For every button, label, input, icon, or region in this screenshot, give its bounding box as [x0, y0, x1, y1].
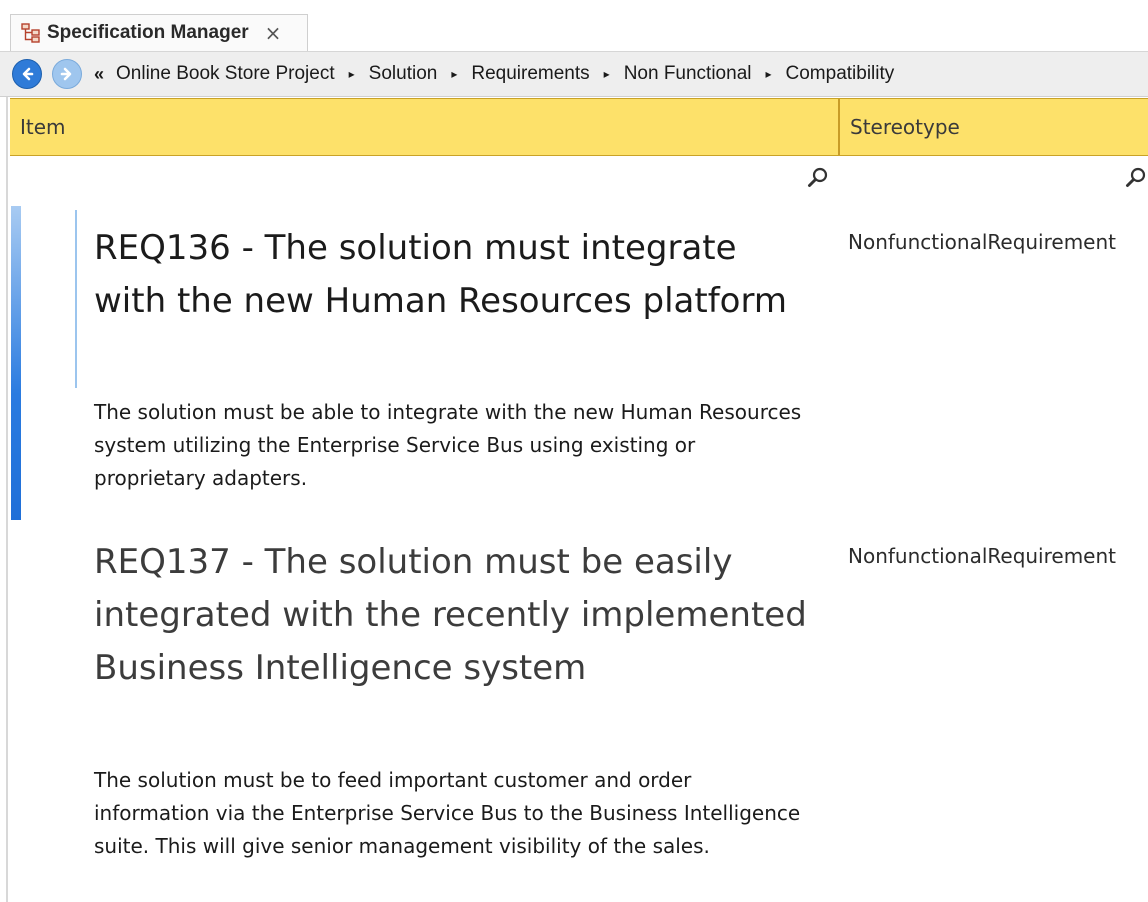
tab-title: Specification Manager — [47, 22, 249, 43]
tab-specification-manager[interactable]: Specification Manager × — [10, 14, 308, 51]
breadcrumb-item-solution[interactable]: Solution — [369, 63, 438, 85]
breadcrumb-separator[interactable]: ▸ — [765, 67, 771, 81]
column-header-item[interactable]: Item — [10, 99, 840, 155]
close-icon[interactable]: × — [265, 21, 282, 45]
requirement-stereotype[interactable]: NonfunctionalRequirement — [848, 544, 1116, 568]
breadcrumb-overflow[interactable]: « — [94, 64, 104, 85]
breadcrumb-item-requirements[interactable]: Requirements — [471, 63, 589, 85]
requirement-stereotype[interactable]: NonfunctionalRequirement — [848, 230, 1116, 254]
column-header-stereotype[interactable]: Stereotype — [842, 99, 1148, 155]
stereotype-filter-search-icon[interactable] — [1124, 166, 1148, 190]
requirement-title[interactable]: REQ136 - The solution must integrate wit… — [94, 222, 814, 328]
breadcrumb-item-compatibility[interactable]: Compatibility — [786, 63, 895, 85]
requirement-description[interactable]: The solution must be able to integrate w… — [94, 396, 804, 495]
navigation-bar: « Online Book Store Project ▸ Solution ▸… — [0, 51, 1148, 97]
breadcrumb: « Online Book Store Project ▸ Solution ▸… — [92, 63, 894, 85]
requirement-description[interactable]: The solution must be to feed important c… — [94, 764, 804, 863]
item-filter-search-icon[interactable] — [806, 166, 830, 190]
tab-strip: Specification Manager × — [0, 0, 1148, 52]
breadcrumb-separator[interactable]: ▸ — [451, 67, 457, 81]
left-edge-rule — [6, 0, 8, 902]
back-arrow-icon[interactable] — [12, 59, 42, 89]
hierarchy-icon — [21, 23, 41, 43]
breadcrumb-separator[interactable]: ▸ — [349, 67, 355, 81]
title-focus-indicator — [75, 210, 77, 388]
row-selection-indicator — [11, 206, 21, 520]
column-header-row: Item Stereotype — [10, 98, 1148, 156]
requirement-title[interactable]: REQ137 - The solution must be easily int… — [94, 536, 814, 695]
forward-arrow-icon[interactable] — [52, 59, 82, 89]
breadcrumb-item-non-functional[interactable]: Non Functional — [624, 63, 752, 85]
breadcrumb-separator[interactable]: ▸ — [604, 67, 610, 81]
breadcrumb-item-online-book-store-project[interactable]: Online Book Store Project — [116, 63, 335, 85]
